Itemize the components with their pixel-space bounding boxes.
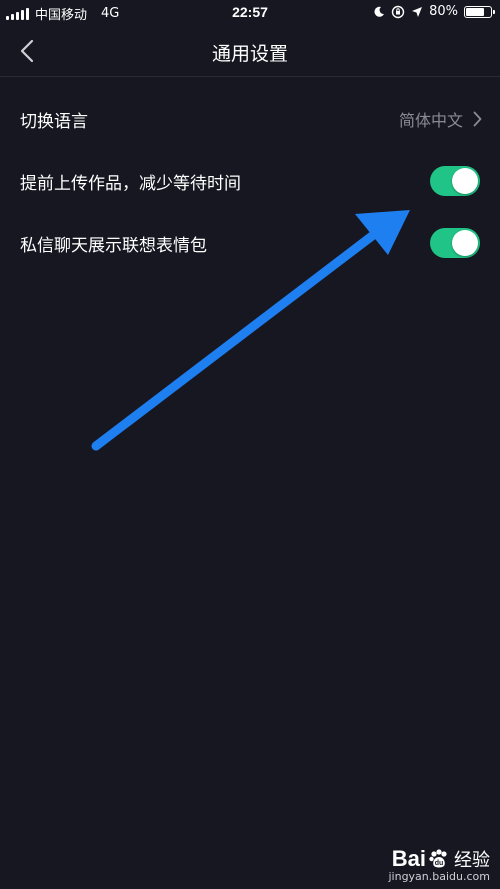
setting-row-pre-upload: 提前上传作品，减少等待时间 [0, 150, 500, 212]
setting-row-language[interactable]: 切换语言 简体中文 [0, 88, 500, 150]
pre-upload-label: 提前上传作品，减少等待时间 [20, 173, 241, 194]
pre-upload-toggle[interactable] [430, 166, 480, 196]
rotation-lock-icon [391, 5, 405, 18]
toggle-knob [452, 230, 478, 256]
moon-icon [374, 6, 385, 17]
battery-fill [466, 7, 484, 16]
language-value-group[interactable]: 简体中文 [399, 107, 482, 131]
setting-row-emoji-suggest: 私信聊天展示联想表情包 [0, 212, 500, 274]
battery-icon [464, 5, 495, 18]
settings-list: 切换语言 简体中文 提前上传作品，减少等待时间 私信聊天展示联想表情包 [0, 88, 500, 274]
watermark: Bai du 经验 jingyan.baidu.com [388, 846, 490, 883]
svg-text:du: du [435, 860, 444, 867]
toggle-knob [452, 168, 478, 194]
page-title: 通用设置 [211, 43, 288, 65]
watermark-logo: Bai du 经验 [388, 846, 490, 872]
chevron-right-icon [473, 111, 482, 127]
watermark-url: jingyan.baidu.com [388, 870, 490, 883]
status-right: 80% [373, 4, 495, 19]
emoji-suggest-label: 私信聊天展示联想表情包 [20, 235, 207, 256]
location-arrow-icon [412, 6, 423, 17]
language-value: 简体中文 [398, 111, 463, 130]
battery-percent: 80% [429, 4, 458, 19]
emoji-suggest-toggle[interactable] [430, 228, 480, 258]
language-label: 切换语言 [20, 111, 88, 132]
watermark-brand: Bai [391, 846, 426, 871]
watermark-suffix: 经验 [454, 850, 490, 870]
paw-icon: du [429, 849, 447, 868]
status-bar: 中国移动 4G 22:57 80% [0, 0, 500, 26]
nav-bar: 通用设置 [0, 26, 500, 77]
